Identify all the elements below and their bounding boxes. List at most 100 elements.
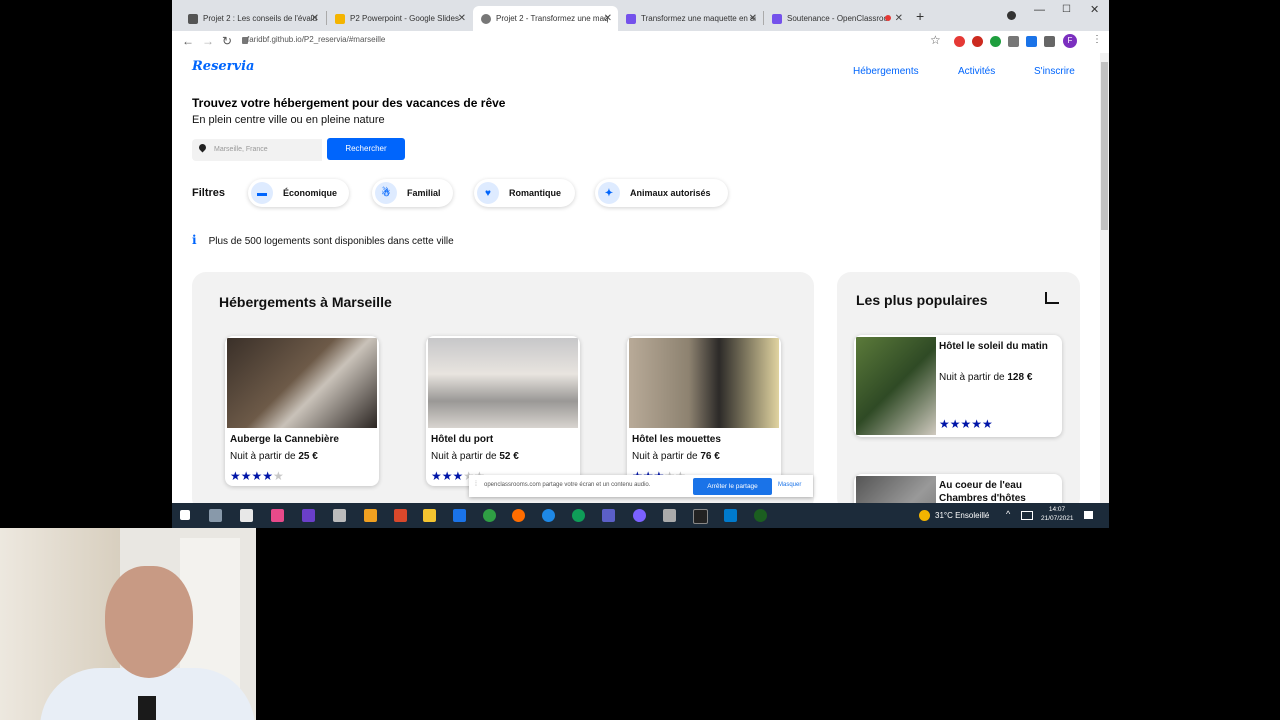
shield-icon[interactable] <box>990 36 1001 47</box>
hotel-name: Auberge la Cannebière <box>230 434 339 445</box>
opera-icon[interactable] <box>972 36 983 47</box>
folder-icon[interactable] <box>423 509 436 522</box>
close-icon[interactable]: ✕ <box>749 13 757 24</box>
trend-chart-icon <box>1045 292 1059 304</box>
browser-window: Projet 2 : Les conseils de l'évalu ✕ P2 … <box>172 0 1109 528</box>
vscode-icon[interactable] <box>724 509 737 522</box>
close-icon[interactable]: ✕ <box>458 13 466 24</box>
notifications-icon[interactable] <box>1084 511 1093 519</box>
tab-search-icon[interactable] <box>1007 11 1016 20</box>
app-icon[interactable] <box>633 509 646 522</box>
close-icon[interactable]: ✕ <box>895 13 903 24</box>
clock-date: 21/07/2021 <box>1041 515 1074 522</box>
hide-button[interactable]: Masquer <box>778 482 801 488</box>
chevron-up-icon[interactable]: ^ <box>1006 509 1010 519</box>
back-arrow-icon[interactable]: ← <box>182 34 194 48</box>
openclassrooms-icon <box>626 13 636 24</box>
hotel-card[interactable]: Hôtel les mouettes Nuit à partir de 76 €… <box>627 336 781 486</box>
app-icon[interactable] <box>663 509 676 522</box>
edge-icon[interactable] <box>572 509 585 522</box>
profile-avatar[interactable]: F <box>1063 34 1077 48</box>
extension-icon[interactable] <box>1026 36 1037 47</box>
populaires-title: Les plus populaires <box>856 292 988 308</box>
app-icon[interactable] <box>333 509 346 522</box>
extension-icon[interactable] <box>1008 36 1019 47</box>
network-icon[interactable] <box>1021 511 1033 520</box>
search-value: Marseille, France <box>214 146 268 153</box>
nav-inscrire[interactable]: S'inscrire <box>1034 66 1075 77</box>
window-close-button[interactable]: ✕ <box>1090 3 1099 16</box>
popular-card[interactable]: Au coeur de l'eau Chambres d'hôtes <box>854 474 1062 503</box>
hotel-price: Nuit à partir de 25 € <box>230 451 318 462</box>
tab-favicon-icon <box>188 13 198 24</box>
task-view-icon[interactable] <box>209 509 222 522</box>
app-icon[interactable] <box>302 509 315 522</box>
filter-familial[interactable]: ☃ Familial <box>372 179 453 207</box>
close-icon[interactable]: ✕ <box>311 13 319 24</box>
tab-label: Soutenance - OpenClassroo <box>787 14 888 23</box>
dog-icon: ✦ <box>598 182 620 204</box>
app-icon[interactable] <box>394 509 407 522</box>
screen-share-bar: ⁞ openclassrooms.com partage votre écran… <box>469 475 813 497</box>
tab-label: Projet 2 : Les conseils de l'évalu <box>203 14 318 23</box>
chrome-icon[interactable] <box>483 509 496 522</box>
tab-2[interactable]: P2 Powerpoint - Google Slides ✕ <box>327 6 472 31</box>
forward-arrow-icon[interactable]: → <box>202 34 214 48</box>
tab-5[interactable]: Soutenance - OpenClassroo ✕ <box>764 6 909 31</box>
filter-romantique[interactable]: ♥ Romantique <box>474 179 575 207</box>
windows-start-icon[interactable] <box>180 510 190 520</box>
menu-icon[interactable]: ⋮ <box>1092 34 1102 45</box>
hotel-photo <box>227 338 377 428</box>
slides-icon <box>335 13 345 24</box>
filter-label: Romantique <box>509 188 562 198</box>
tab-4[interactable]: Transformez une maquette en si ✕ <box>618 6 763 31</box>
child-icon: ☃ <box>375 182 397 204</box>
search-button[interactable]: Rechercher <box>327 138 405 160</box>
search-input[interactable]: Marseille, France <box>192 139 322 161</box>
store-icon[interactable] <box>240 509 253 522</box>
teams-icon[interactable] <box>602 509 615 522</box>
extension-icon[interactable] <box>954 36 965 47</box>
app-icon[interactable] <box>754 509 767 522</box>
nav-activites[interactable]: Activités <box>958 66 995 77</box>
hebergements-panel: Hébergements à Marseille Auberge la Cann… <box>192 272 814 503</box>
clock[interactable]: 14:07 21/07/2021 <box>1041 505 1074 523</box>
tab-3-active[interactable]: Projet 2 - Transformez une maq ✕ <box>473 6 618 31</box>
mail-icon[interactable] <box>453 509 466 522</box>
hotel-name: Hôtel du port <box>431 434 494 445</box>
ie-icon[interactable] <box>542 509 555 522</box>
hotel-card[interactable]: Hôtel du port Nuit à partir de 52 € ★★★★… <box>426 336 580 486</box>
nav-hebergements[interactable]: Hébergements <box>853 66 919 77</box>
tab-label: P2 Powerpoint - Google Slides <box>350 14 459 23</box>
hotel-photo <box>428 338 578 428</box>
person-head <box>105 566 193 678</box>
reload-icon[interactable]: ↻ <box>222 34 232 48</box>
new-tab-button[interactable]: + <box>916 8 924 24</box>
populaires-panel: Les plus populaires Hôtel le soleil du m… <box>837 272 1080 503</box>
tab-1[interactable]: Projet 2 : Les conseils de l'évalu ✕ <box>180 6 325 31</box>
weather-text[interactable]: 31°C Ensoleillé <box>935 511 989 520</box>
stop-sharing-button[interactable]: Arrêter le partage <box>693 478 772 495</box>
app-icon[interactable] <box>271 509 284 522</box>
hotel-card[interactable]: Auberge la Cannebière Nuit à partir de 2… <box>225 336 379 486</box>
app-icon[interactable] <box>364 509 377 522</box>
puzzle-icon[interactable] <box>1044 36 1055 47</box>
maximize-button[interactable]: ☐ <box>1062 4 1071 15</box>
clock-time: 14:07 <box>1048 506 1066 513</box>
filter-label: Animaux autorisés <box>630 188 711 198</box>
close-icon[interactable]: ✕ <box>604 13 612 24</box>
filter-animaux[interactable]: ✦ Animaux autorisés <box>595 179 728 207</box>
drag-handle-icon[interactable]: ⁞ <box>475 481 477 488</box>
filters-label: Filtres <box>192 187 226 199</box>
popular-card[interactable]: Hôtel le soleil du matin Nuit à partir d… <box>854 335 1062 437</box>
terminal-icon[interactable] <box>693 509 708 524</box>
bookmark-star-icon[interactable]: ☆ <box>930 33 941 47</box>
firefox-icon[interactable] <box>512 509 525 522</box>
recording-icon <box>885 15 891 21</box>
minimize-button[interactable]: — <box>1034 4 1045 16</box>
url-field[interactable]: faridbf.github.io/P2_reservia/#marseille <box>247 35 385 44</box>
filter-label: Économique <box>283 188 338 198</box>
site-logo[interactable]: Reservia <box>192 59 254 74</box>
scrollbar-thumb[interactable] <box>1101 62 1108 230</box>
filter-economique[interactable]: ▬ Économique <box>248 179 349 207</box>
